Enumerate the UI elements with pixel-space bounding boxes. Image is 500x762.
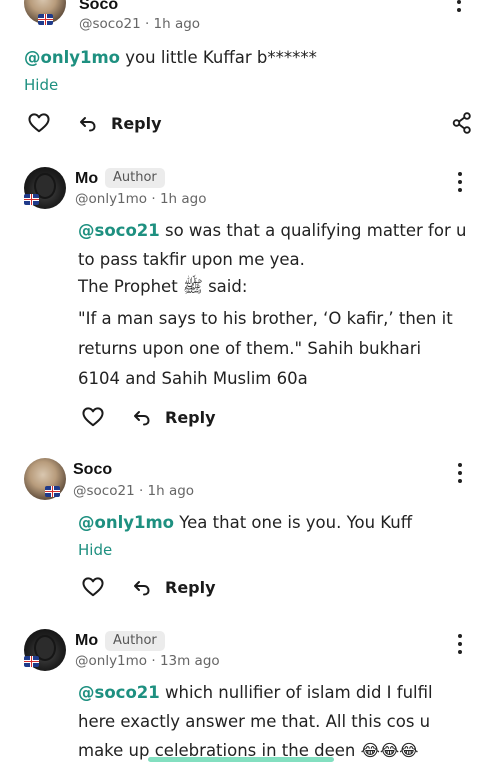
comment-3: Soco @soco21 · 1h ago @only1mo Yea that … [0,452,500,612]
uk-flag-icon [45,486,60,497]
more-vertical-icon[interactable] [456,0,462,14]
comment-author[interactable]: Soco [73,461,112,479]
comment-author[interactable]: Mo [75,170,98,188]
comment-author[interactable]: Mo [75,632,98,650]
comment-handle[interactable]: @soco21 [79,16,141,32]
comment-time: 1h ago [159,191,207,207]
mention-link[interactable]: @soco21 [78,221,160,240]
comment-handle[interactable]: @soco21 [73,483,135,499]
comment-handle[interactable]: @only1mo [75,653,147,669]
uk-flag-icon [38,14,53,25]
scroll-highlight [148,757,334,762]
share-icon[interactable] [452,112,472,134]
hide-link[interactable]: Hide [78,541,112,559]
hide-link[interactable]: Hide [24,76,58,94]
mention-link[interactable]: @soco21 [78,683,160,702]
heart-outline-icon[interactable] [82,407,104,427]
comment-meta: @only1mo · 1h ago [75,191,207,207]
comment-1: Soco @soco21 · 1h ago @only1mo you littl… [0,0,500,150]
uk-flag-icon [24,194,39,205]
mention-link[interactable]: @only1mo [24,48,120,67]
reply-button[interactable]: Reply [165,408,216,427]
comment-actions: Reply [0,576,500,602]
uk-flag-icon [24,656,39,667]
comment-actions: Reply [0,406,500,432]
comment-time: 1h ago [147,483,195,499]
comment-body: @soco21 which nullifier of islam did I f… [78,683,433,760]
comment-meta: @soco21 · 1h ago [79,16,201,32]
more-vertical-icon[interactable] [457,463,463,485]
author-badge: Author [105,168,165,188]
reply-button[interactable]: Reply [165,578,216,597]
comment-time: 13m ago [159,653,220,669]
reply-arrow-icon[interactable] [133,579,151,597]
comment-meta: @soco21 · 1h ago [73,483,195,499]
comment-author[interactable]: Soco [79,0,118,14]
heart-outline-icon[interactable] [28,113,50,133]
more-vertical-icon[interactable] [457,634,463,656]
heart-outline-icon[interactable] [82,577,104,597]
reply-button[interactable]: Reply [111,114,162,133]
comment-handle[interactable]: @only1mo [75,191,147,207]
comment-body: @only1mo Yea that one is you. You Kuff [78,513,413,532]
comment-4: Mo Author @only1mo · 13m ago @soco21 whi… [0,622,500,762]
reply-arrow-icon[interactable] [133,409,151,427]
comment-time: 1h ago [153,16,201,32]
author-badge: Author [105,631,165,651]
more-vertical-icon[interactable] [457,172,463,194]
comment-meta: @only1mo · 13m ago [75,653,220,669]
comment-2: Mo Author @only1mo · 1h ago @soco21 so w… [0,160,500,450]
comment-body: @soco21 so was that a qualifying matter … [78,221,467,388]
comment-actions: Reply [0,112,500,138]
mention-link[interactable]: @only1mo [78,513,174,532]
comment-body: @only1mo you little Kuffar b****** [24,48,317,67]
reply-arrow-icon[interactable] [79,115,97,133]
